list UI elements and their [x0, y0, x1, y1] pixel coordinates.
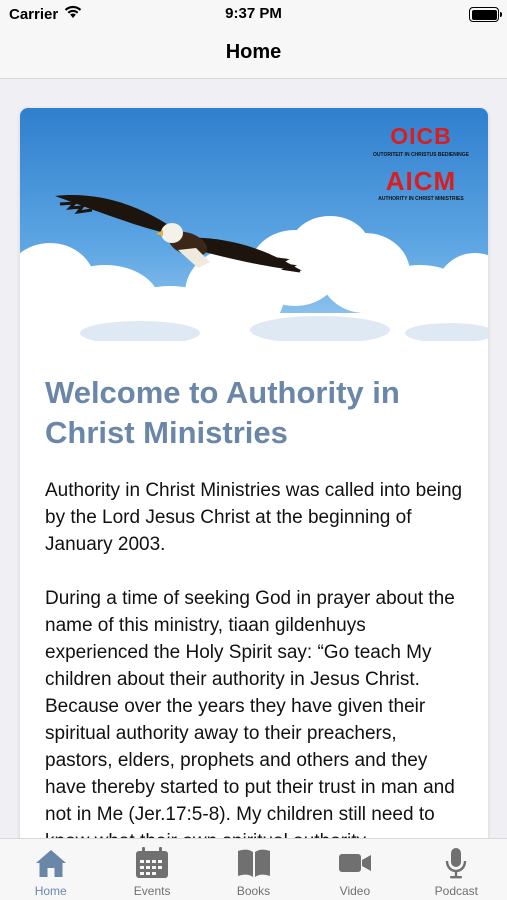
book-icon	[237, 847, 271, 879]
microphone-icon	[439, 847, 473, 879]
home-icon	[34, 847, 68, 879]
tab-video[interactable]: Video	[304, 839, 405, 900]
tab-label: Events	[133, 884, 171, 898]
battery-icon	[469, 7, 502, 22]
navigation-bar: Home	[0, 30, 507, 79]
calendar-icon	[135, 847, 169, 879]
tab-label: Podcast	[434, 884, 478, 898]
brand-oicb: OICB	[390, 123, 452, 149]
article-paragraph: During a time of seeking God in prayer a…	[45, 588, 455, 838]
tab-label: Home	[34, 884, 67, 898]
tab-podcast[interactable]: Podcast	[406, 839, 507, 900]
welcome-heading: Welcome to Authority in Christ Ministrie…	[45, 375, 400, 450]
tab-label: Books	[236, 884, 271, 898]
welcome-card: OICB OUTORITEIT IN CHRISTUS BEDIENINGE A…	[20, 108, 488, 838]
brand-aicm-subtitle: AUTHORITY IN CHRIST MINISTRIES	[378, 196, 464, 202]
article-body: Welcome to Authority in Christ Ministrie…	[20, 341, 488, 838]
brand-oicb-subtitle: OUTORITEIT IN CHRISTUS BEDIENINGE	[372, 152, 470, 158]
page-title: Home	[225, 41, 282, 63]
video-camera-icon	[338, 847, 372, 879]
tab-home[interactable]: Home	[0, 839, 101, 900]
banner-image: OICB OUTORITEIT IN CHRISTUS BEDIENINGE A…	[20, 108, 488, 341]
tab-books[interactable]: Books	[203, 839, 304, 900]
tab-bar: Home Events Books Video Podcast	[0, 838, 507, 900]
tab-events[interactable]: Events	[101, 839, 202, 900]
tab-label: Video	[339, 884, 371, 898]
status-time: 9:37 PM	[225, 5, 282, 22]
scroll-content[interactable]: OICB OUTORITEIT IN CHRISTUS BEDIENINGE A…	[0, 80, 507, 838]
article-paragraph: Authority in Christ Ministries was calle…	[45, 480, 463, 555]
status-bar: Carrier 9:37 PM	[0, 0, 507, 30]
brand-aicm: AICM	[385, 166, 457, 196]
